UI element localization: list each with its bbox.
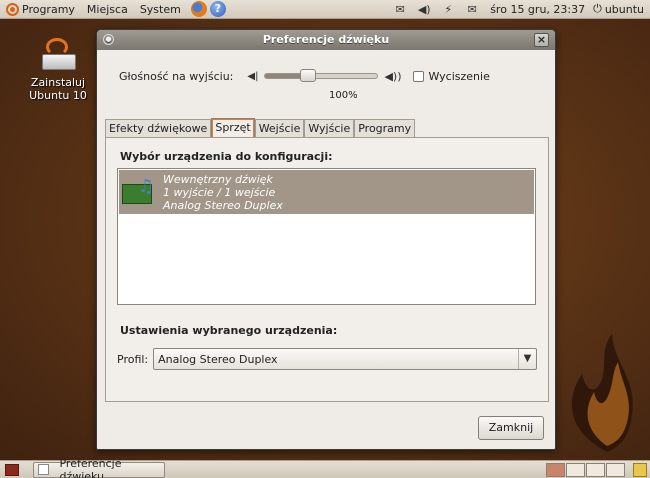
menu-miejsca[interactable]: Miejsca [81, 0, 134, 19]
top-panel: Programy Miejsca System ? ✉ ◀) ⚡ ✉ śro 1… [0, 0, 650, 19]
ubuntu-logo-icon [6, 2, 19, 16]
tab-wyjscie[interactable]: Wyjście [304, 119, 355, 138]
workspace-4[interactable] [606, 462, 625, 477]
device-text: Wewnętrzny dźwięk 1 wyjście / 1 wejście … [163, 173, 283, 212]
device-section-title: Wybór urządzenia do konfiguracji: [120, 150, 333, 163]
mail-envelope-icon[interactable]: ✉ [464, 3, 480, 16]
window-titlebar[interactable]: ● Preferencje dźwięku × [97, 30, 555, 50]
output-volume-label: Głośność na wyjściu: [119, 69, 234, 83]
mail-indicator-icon[interactable]: ✉ [392, 3, 408, 16]
show-desktop-icon[interactable] [5, 463, 19, 476]
sound-preferences-window: ● Preferencje dźwięku × Głośność na wyjś… [96, 29, 556, 450]
workspace-2[interactable] [566, 462, 585, 477]
volume-percent: 100% [329, 90, 358, 101]
workspace-switcher [545, 462, 625, 477]
help-launcher-icon[interactable]: ? [209, 1, 226, 17]
sound-card-icon: ♫ [122, 176, 154, 208]
hardware-tab-panel: Wybór urządzenia do konfiguracji: ♫ Wewn… [105, 137, 549, 402]
decorative-flame-graphic [571, 334, 633, 452]
clock[interactable]: śro 15 gru, 23:37 [490, 3, 585, 16]
menu-system[interactable]: System [134, 0, 187, 19]
window-close-button[interactable]: × [534, 33, 549, 47]
profile-row: Profil: Analog Stereo Duplex ▼ [117, 348, 537, 370]
tab-bar: Efekty dźwiękowe Sprzęt Wejście Wyjście … [105, 118, 416, 138]
tab-programy[interactable]: Programy [354, 119, 416, 138]
output-volume-row: Głośność na wyjściu: ◀| ◀)) Wyciszenie [119, 66, 539, 86]
volume-indicator-icon[interactable]: ◀) [416, 3, 432, 16]
volume-slider-thumb[interactable] [300, 69, 317, 82]
mute-checkbox[interactable] [413, 70, 425, 82]
mute-label[interactable]: Wyciszenie [428, 70, 489, 83]
system-tray: ✉ ◀) ⚡ ✉ śro 15 gru, 23:37 ⏻ ubuntu [388, 0, 650, 19]
network-indicator-icon[interactable]: ⚡ [440, 3, 456, 16]
device-list[interactable]: ♫ Wewnętrzny dźwięk 1 wyjście / 1 wejści… [117, 168, 536, 305]
device-channels: 1 wyjście / 1 wejście [163, 185, 276, 199]
tab-efekty[interactable]: Efekty dźwiękowe [105, 119, 212, 138]
taskbar-item-label: Preferencje dźwięku [59, 456, 122, 478]
user-menu[interactable]: ⏻ ubuntu [593, 2, 644, 16]
profile-label: Profil: [117, 352, 149, 366]
trash-icon[interactable] [633, 462, 647, 477]
window-icon [38, 464, 50, 475]
power-icon: ⏻ [593, 2, 602, 15]
menu-programy[interactable]: Programy [0, 0, 81, 19]
window-title: Preferencje dźwięku [262, 33, 390, 46]
tab-wejscie[interactable]: Wejście [254, 119, 305, 138]
device-name: Wewnętrzny dźwięk [163, 172, 273, 186]
firefox-launcher-icon[interactable] [190, 1, 207, 17]
close-button[interactable]: Zamknij [478, 416, 544, 440]
output-volume-slider[interactable] [264, 69, 379, 82]
profile-select-value: Analog Stereo Duplex [158, 352, 278, 366]
workspace-1[interactable] [546, 462, 565, 477]
taskbar-item-sound-preferences[interactable]: Preferencje dźwięku [33, 457, 165, 478]
device-profile: Analog Stereo Duplex [163, 198, 283, 212]
chevron-down-icon[interactable]: ▼ [518, 349, 536, 369]
settings-section-title: Ustawienia wybranego urządzenia: [120, 324, 338, 337]
bottom-panel: Preferencje dźwięku [0, 457, 650, 478]
volume-slider-fill [265, 74, 303, 78]
desktop-icon-install[interactable]: Zainstaluj Ubuntu 10 [18, 38, 98, 102]
profile-select[interactable]: Analog Stereo Duplex ▼ [153, 348, 537, 370]
window-menu-icon[interactable]: ● [103, 34, 114, 45]
list-item[interactable]: ♫ Wewnętrzny dźwięk 1 wyjście / 1 wejści… [119, 170, 534, 214]
speaker-loud-icon: ◀)) [384, 69, 402, 83]
desktop-icon-label: Zainstaluj Ubuntu 10 [29, 76, 87, 102]
speaker-quiet-icon: ◀| [247, 70, 259, 82]
tab-sprzet[interactable]: Sprzęt [211, 118, 255, 138]
workspace-3[interactable] [586, 462, 605, 477]
installer-icon [38, 38, 78, 74]
